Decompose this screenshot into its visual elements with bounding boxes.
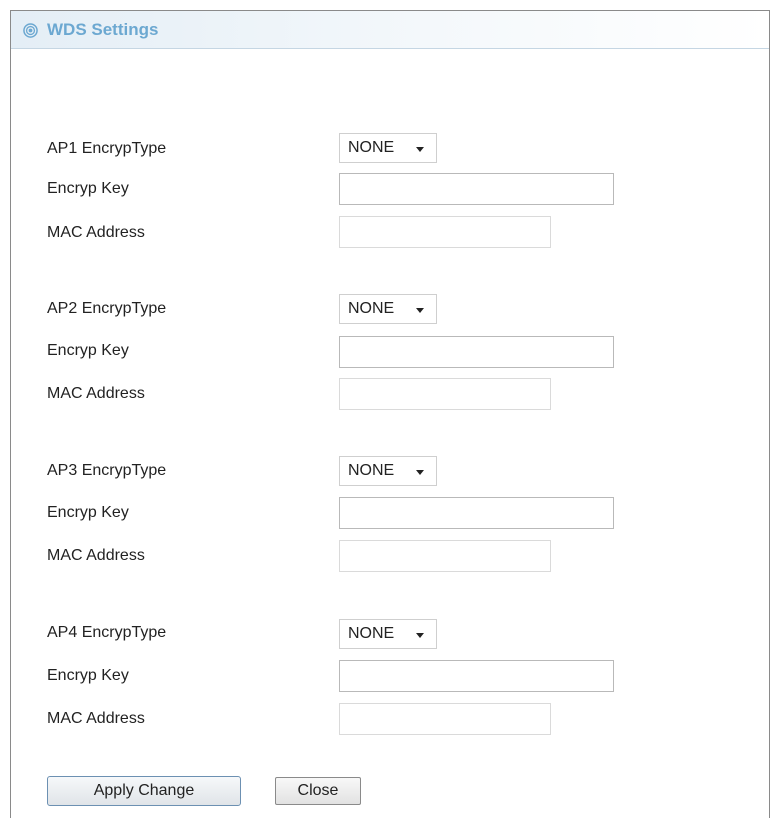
ap3-encryp-type-value: NONE — [348, 462, 395, 479]
ap3-encryp-key-label: Encryp Key — [47, 504, 129, 521]
ap4-mac-label: MAC Address — [47, 710, 145, 727]
ap1-encryp-type-select[interactable]: NONE — [339, 133, 437, 163]
ap2-encryp-type-label: AP2 EncrypType — [47, 300, 167, 317]
ap3-encryp-key-input[interactable] — [339, 497, 614, 529]
ap1-encryp-key-input[interactable] — [339, 173, 614, 205]
ap1-mac-input[interactable] — [339, 216, 551, 248]
target-icon — [23, 23, 38, 38]
ap3-encryp-type-label: AP3 EncrypType — [47, 462, 167, 479]
ap4-encryp-type-label: AP4 EncrypType — [47, 624, 167, 641]
chevron-down-icon — [416, 470, 424, 475]
chevron-down-icon — [416, 633, 424, 638]
ap2-encryp-key-input[interactable] — [339, 336, 614, 368]
ap2-encryp-key-label: Encryp Key — [47, 342, 129, 359]
ap1-encryp-type-value: NONE — [348, 139, 395, 156]
close-button[interactable]: Close — [275, 777, 361, 805]
ap1-mac-label: MAC Address — [47, 224, 145, 241]
ap1-encryp-type-label: AP1 EncrypType — [47, 140, 167, 157]
ap3-mac-label: MAC Address — [47, 547, 145, 564]
ap2-encryp-type-select[interactable]: NONE — [339, 294, 437, 324]
ap2-mac-input[interactable] — [339, 378, 551, 410]
ap3-encryp-type-select[interactable]: NONE — [339, 456, 437, 486]
ap2-mac-label: MAC Address — [47, 385, 145, 402]
wds-settings-panel: WDS Settings AP1 EncrypType NONE Encryp … — [10, 10, 770, 818]
ap4-mac-input[interactable] — [339, 703, 551, 735]
chevron-down-icon — [416, 308, 424, 313]
ap1-encryp-key-label: Encryp Key — [47, 180, 129, 197]
page-title: WDS Settings — [47, 20, 159, 39]
ap4-encryp-key-label: Encryp Key — [47, 667, 129, 684]
apply-change-button[interactable]: Apply Change — [47, 776, 241, 806]
ap4-encryp-type-select[interactable]: NONE — [339, 619, 437, 649]
chevron-down-icon — [416, 147, 424, 152]
ap2-encryp-type-value: NONE — [348, 300, 395, 317]
ap4-encryp-key-input[interactable] — [339, 660, 614, 692]
ap3-mac-input[interactable] — [339, 540, 551, 572]
ap4-encryp-type-value: NONE — [348, 625, 395, 642]
panel-header: WDS Settings — [11, 11, 769, 49]
